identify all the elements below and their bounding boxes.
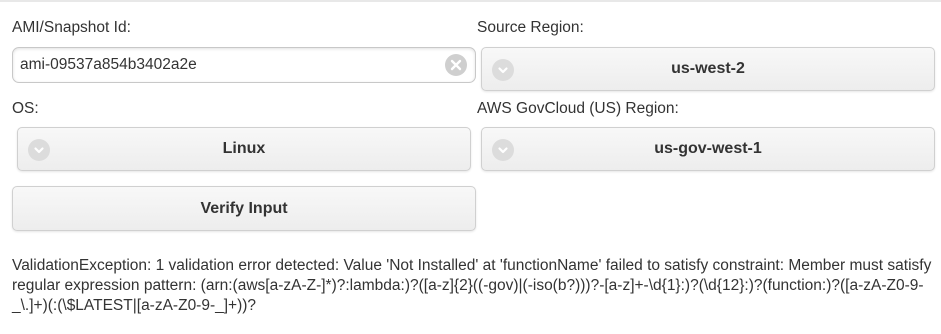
govcloud-region-value: us-gov-west-1 bbox=[654, 140, 762, 157]
govcloud-region-select[interactable]: us-gov-west-1 bbox=[481, 127, 935, 171]
verify-input-button[interactable]: Verify Input bbox=[12, 186, 476, 231]
top-divider bbox=[0, 0, 941, 2]
source-region-label: Source Region: bbox=[477, 19, 584, 36]
os-value: Linux bbox=[222, 140, 266, 157]
source-region-select[interactable]: us-west-2 bbox=[481, 47, 935, 91]
ami-input[interactable] bbox=[13, 48, 443, 82]
validation-error-message: ValidationException: 1 validation error … bbox=[12, 257, 932, 314]
govcloud-region-label: AWS GovCloud (US) Region: bbox=[477, 100, 679, 117]
ami-label: AMI/Snapshot Id: bbox=[12, 19, 131, 36]
source-region-value: us-west-2 bbox=[671, 60, 745, 77]
os-label: OS: bbox=[12, 100, 39, 117]
os-select[interactable]: Linux bbox=[17, 127, 471, 171]
clear-icon[interactable] bbox=[445, 54, 467, 76]
ami-input-wrapper[interactable] bbox=[12, 47, 476, 83]
